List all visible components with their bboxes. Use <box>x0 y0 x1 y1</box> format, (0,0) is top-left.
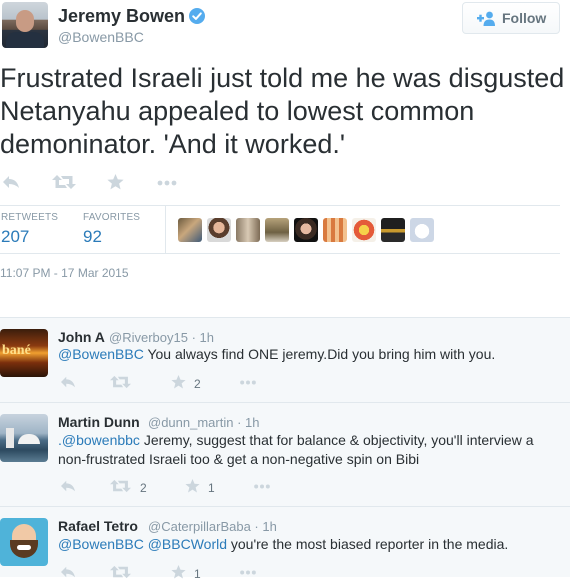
reply-item[interactable]: Martin Dunn @dunn_martin · 1h .@bowenbbc… <box>0 403 570 507</box>
follow-user-icon <box>477 11 495 26</box>
reply-icon[interactable] <box>60 375 76 389</box>
verified-badge-icon <box>189 8 205 24</box>
favoriter-avatar[interactable] <box>410 218 434 242</box>
reply-body: you're the most biased reporter in the m… <box>227 536 509 552</box>
tweet-timestamp[interactable]: 11:07 PM - 17 Mar 2015 <box>0 266 129 280</box>
tweet-stats: RETWEETS 207 FAVORITES 92 <box>0 205 560 254</box>
reply-body: You always find ONE jeremy.Did you bring… <box>143 346 496 362</box>
reply-time[interactable]: 1h <box>262 519 276 534</box>
retweets-count: 207 <box>1 227 30 246</box>
star-icon[interactable] <box>171 375 186 389</box>
retweet-button[interactable] <box>52 174 76 194</box>
follow-button[interactable]: Follow <box>462 2 560 34</box>
reply-author-handle[interactable]: @Riverboy15 · 1h <box>109 330 214 345</box>
avatar-shoulders <box>6 32 44 48</box>
reply-button[interactable] <box>2 174 20 194</box>
avatar-smile <box>17 545 31 550</box>
retweets-stat[interactable]: RETWEETS 207 <box>1 212 58 247</box>
favoriter-avatar[interactable] <box>323 218 347 242</box>
reply-handle-text: @Riverboy15 <box>109 330 188 345</box>
more-dots-icon[interactable] <box>253 484 271 489</box>
reply-text: @BowenBBC @BBCWorld you're the most bias… <box>58 535 558 554</box>
reply-actions: 2 <box>58 375 318 395</box>
reply-handle-text: @dunn_martin <box>148 415 234 430</box>
avatar-building <box>18 434 40 444</box>
reply-icon <box>3 176 19 188</box>
reply-favorite-count: 2 <box>194 377 201 391</box>
reply-actions: 2 1 <box>58 479 318 499</box>
tweet-header: Jeremy Bowen @BowenBBC Follow <box>0 0 570 60</box>
reply-actions: 1 <box>58 565 318 585</box>
reply-text: .@bowenbbc Jeremy, suggest that for bala… <box>58 431 548 469</box>
reply-text: @BowenBBC You always find ONE jeremy.Did… <box>58 345 558 364</box>
reply-author-handle[interactable]: @dunn_martin · 1h <box>148 415 260 430</box>
reply-retweet-count: 2 <box>140 481 147 495</box>
reply-author-name[interactable]: Rafael Tetro <box>58 518 138 534</box>
reply-icon[interactable] <box>60 565 76 579</box>
reply-time[interactable]: 1h <box>245 415 259 430</box>
favoriter-avatar[interactable] <box>294 218 318 242</box>
star-icon <box>107 174 124 190</box>
retweet-icon[interactable] <box>110 479 131 493</box>
reply-mention[interactable]: @BowenBBC <box>58 346 144 362</box>
favoriter-avatar[interactable] <box>265 218 289 242</box>
retweet-icon <box>52 175 76 189</box>
reply-author-avatar[interactable] <box>0 414 48 462</box>
reply-handle-text: @CaterpillarBaba <box>148 519 251 534</box>
more-button[interactable] <box>157 180 177 200</box>
more-dots-icon[interactable] <box>239 570 257 575</box>
more-dots-icon[interactable] <box>239 380 257 385</box>
retweet-icon[interactable] <box>110 375 131 389</box>
replies-list: bané John A @Riverboy15 · 1h @BowenBBC Y… <box>0 317 570 581</box>
author-handle[interactable]: @BowenBBC <box>58 29 144 45</box>
reply-item[interactable]: bané John A @Riverboy15 · 1h @BowenBBC Y… <box>0 318 570 403</box>
favorites-label: FAVORITES <box>83 212 141 223</box>
avatar-decoration: bané <box>2 343 31 358</box>
star-icon[interactable] <box>185 479 200 493</box>
reply-author-avatar[interactable] <box>0 518 48 566</box>
reply-favorite-count: 1 <box>194 567 201 581</box>
favorite-button[interactable] <box>107 174 124 194</box>
tweet-text: Frustrated Israeli just told me he was d… <box>0 63 565 159</box>
retweets-label: RETWEETS <box>1 212 59 223</box>
tweet-actions <box>0 174 300 196</box>
follow-label: Follow <box>502 10 547 26</box>
reply-icon[interactable] <box>60 479 76 493</box>
favoriter-avatar[interactable] <box>207 218 231 242</box>
reply-mention[interactable]: .@bowenbbc <box>58 432 140 448</box>
avatar-building <box>6 428 14 448</box>
stats-divider <box>165 206 166 253</box>
favoriter-avatar[interactable] <box>381 218 405 242</box>
retweet-icon[interactable] <box>110 565 131 579</box>
favoriter-avatar[interactable] <box>236 218 260 242</box>
author-name[interactable]: Jeremy Bowen <box>58 6 185 27</box>
avatar-face <box>16 10 34 32</box>
reply-time[interactable]: 1h <box>200 330 214 345</box>
reply-item[interactable]: Rafael Tetro @CaterpillarBaba · 1h @Bowe… <box>0 507 570 581</box>
reply-favorite-count: 1 <box>208 481 215 495</box>
reply-author-name[interactable]: Martin Dunn <box>58 414 140 430</box>
reply-mention[interactable]: @BowenBBC @BBCWorld <box>58 536 227 552</box>
star-icon[interactable] <box>171 565 186 579</box>
favoriter-avatar[interactable] <box>178 218 202 242</box>
reply-author-avatar[interactable]: bané <box>0 329 48 377</box>
author-avatar[interactable] <box>2 2 48 48</box>
favorites-stat[interactable]: FAVORITES 92 <box>83 212 140 247</box>
favoriter-avatar[interactable] <box>352 218 376 242</box>
more-dots-icon <box>157 180 177 186</box>
reply-author-name[interactable]: John A <box>58 329 105 345</box>
favorites-count: 92 <box>83 227 102 246</box>
reply-author-handle[interactable]: @CaterpillarBaba · 1h <box>148 519 277 534</box>
